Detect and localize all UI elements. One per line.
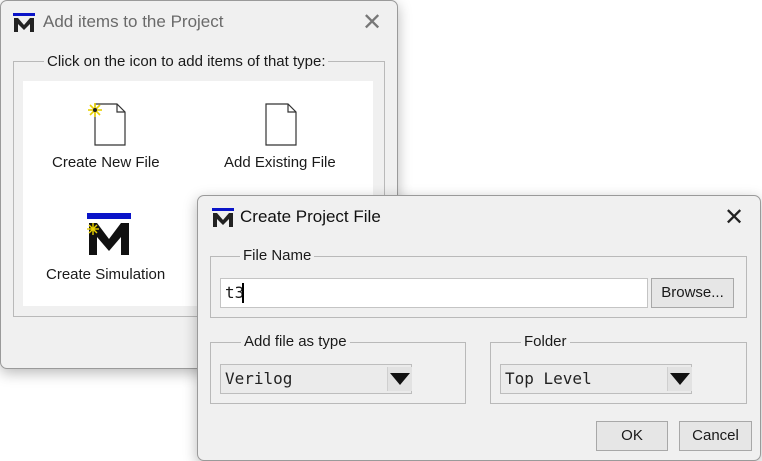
chevron-down-icon	[670, 373, 690, 385]
ok-button[interactable]: OK	[596, 421, 668, 451]
cancel-button[interactable]: Cancel	[679, 421, 752, 451]
folder-select[interactable]: Top Level	[500, 364, 692, 394]
folder-value: Top Level	[505, 369, 592, 388]
file-name-input[interactable]: t3	[220, 278, 648, 308]
add-items-close-button[interactable]: ✕	[362, 11, 382, 35]
add-existing-file-label: Add Existing File	[224, 154, 336, 171]
browse-button[interactable]: Browse...	[651, 278, 734, 308]
file-name-label: File Name	[240, 247, 315, 264]
file-type-label: Add file as type	[241, 333, 350, 350]
folder-dropdown-arrow[interactable]	[667, 367, 692, 391]
add-items-titlebar[interactable]: Add items to the Project ✕	[1, 1, 397, 45]
app-logo-icon	[212, 208, 234, 227]
simulation-icon	[87, 213, 131, 255]
file-type-value: Verilog	[225, 369, 293, 388]
existing-file-icon	[265, 103, 297, 146]
app-logo-icon	[13, 13, 35, 32]
add-items-title: Add items to the Project	[43, 12, 224, 31]
add-existing-file-item[interactable]: Add Existing File	[218, 99, 358, 174]
create-simulation-item[interactable]: Create Simulation	[43, 209, 183, 289]
file-type-dropdown-arrow[interactable]	[387, 367, 412, 391]
text-caret	[242, 283, 244, 303]
create-project-file-dialog: Create Project File ✕ File Name t3 Brows…	[197, 195, 761, 461]
create-new-file-item[interactable]: Create New File	[43, 99, 173, 174]
create-file-close-button[interactable]: ✕	[724, 206, 744, 230]
folder-label: Folder	[521, 333, 570, 350]
create-file-titlebar[interactable]: Create Project File ✕	[198, 196, 760, 240]
new-file-icon	[88, 103, 126, 146]
create-simulation-label: Create Simulation	[46, 266, 166, 283]
file-type-select[interactable]: Verilog	[220, 364, 412, 394]
chevron-down-icon	[390, 373, 410, 385]
create-new-file-label: Create New File	[52, 154, 160, 171]
create-file-title: Create Project File	[240, 207, 381, 226]
add-items-group-label: Click on the icon to add items of that t…	[44, 53, 329, 70]
